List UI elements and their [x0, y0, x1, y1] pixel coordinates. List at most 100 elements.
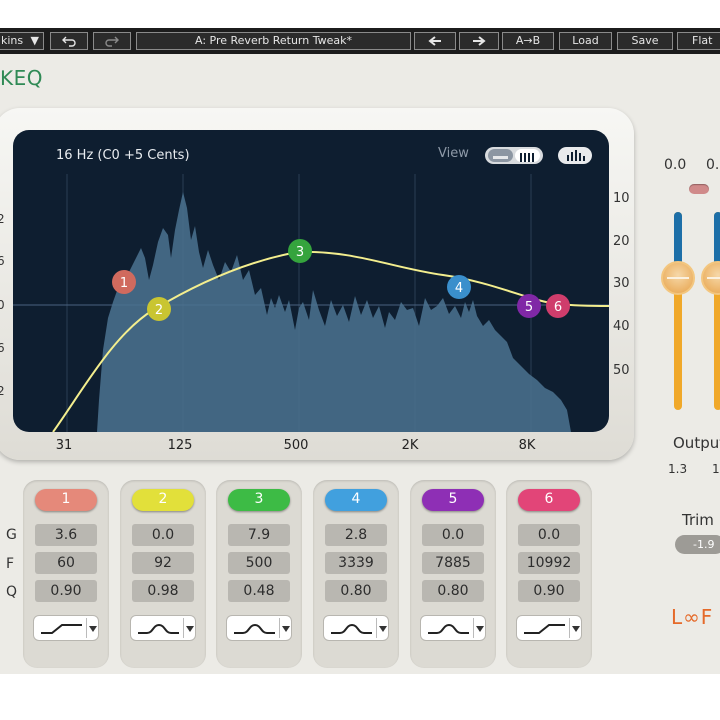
band-node-label: 6 [554, 300, 562, 315]
bell-icon [331, 623, 372, 634]
band-3-freq-field[interactable]: 500 [228, 552, 290, 574]
band-node-4[interactable]: 4 [447, 275, 471, 299]
gain-row-label: G [6, 527, 17, 543]
band-6-gain-field[interactable]: 0.0 [518, 524, 580, 546]
band-node-2[interactable]: 2 [147, 297, 171, 321]
output-left-value: 1.3 [668, 462, 688, 476]
band-number-label: 6 [544, 491, 554, 507]
band-1-column: 1 3.6 60 0.90 [23, 480, 109, 668]
band-number-label: 3 [254, 491, 264, 507]
band-3-q-field[interactable]: 0.48 [228, 580, 290, 602]
left-scale-tick: 6 [0, 341, 5, 355]
flat-label: Flat [692, 34, 713, 47]
link-toggle[interactable] [689, 184, 709, 194]
view-toggle[interactable] [485, 147, 543, 164]
undo-button[interactable] [50, 32, 88, 50]
band-number-label: 1 [61, 491, 71, 507]
band-1-q-field[interactable]: 0.90 [35, 580, 97, 602]
band-node-3[interactable]: 3 [288, 239, 312, 263]
bars-view-icon[interactable] [515, 149, 540, 162]
preset-name-display[interactable]: A: Pre Reverb Return Tweak* [136, 32, 411, 50]
trim-value-field[interactable]: -1.9 [675, 535, 720, 554]
bell-icon [428, 623, 469, 634]
chevron-down-icon [476, 626, 484, 632]
spectrum-bars-icon [567, 150, 585, 161]
band-2-toggle-button[interactable]: 2 [132, 489, 194, 511]
band-2-shape-select[interactable] [130, 615, 196, 641]
chevron-down-icon [282, 626, 290, 632]
output-right-fader-knob[interactable] [701, 261, 720, 295]
eq-graph[interactable]: 1 2 3 4 5 6 16 Hz (C0 +5 Cents) View [13, 130, 609, 432]
spectrum-display-button[interactable] [558, 147, 592, 164]
band-5-freq-field[interactable]: 7885 [422, 552, 484, 574]
band-2-freq-field[interactable]: 92 [132, 552, 194, 574]
band-6-shape-select[interactable] [516, 615, 582, 641]
preset-menu[interactable]: kins ▼ [0, 32, 44, 50]
eq-graph-canvas[interactable]: 1 2 3 4 5 6 [13, 130, 609, 432]
ab-compare-label: A→B [515, 34, 541, 47]
band-node-6[interactable]: 6 [546, 294, 570, 318]
arrow-right-icon [473, 36, 486, 46]
band-4-toggle-button[interactable]: 4 [325, 489, 387, 511]
undo-icon [62, 36, 76, 47]
frequency-readout: 16 Hz (C0 +5 Cents) [56, 148, 190, 163]
band-5-shape-select[interactable] [420, 615, 486, 641]
band-4-q-field[interactable]: 0.80 [325, 580, 387, 602]
band-1-toggle-button[interactable]: 1 [35, 489, 97, 511]
left-scale-tick: 6 [0, 254, 5, 268]
redo-icon [105, 36, 119, 47]
right-scale-tick: 40 [613, 319, 630, 334]
band-3-shape-select[interactable] [226, 615, 292, 641]
band-5-toggle-button[interactable]: 5 [422, 489, 484, 511]
ab-compare-button[interactable]: A→B [502, 32, 554, 50]
band-6-toggle-button[interactable]: 6 [518, 489, 580, 511]
band-4-shape-select[interactable] [323, 615, 389, 641]
save-label: Save [631, 34, 659, 47]
band-number-label: 5 [448, 491, 458, 507]
band-node-label: 1 [120, 276, 128, 291]
bell-icon [138, 623, 179, 634]
band-node-5[interactable]: 5 [517, 294, 541, 318]
band-1-shape-select[interactable] [33, 615, 99, 641]
band-6-freq-field[interactable]: 10992 [518, 552, 580, 574]
band-node-1[interactable]: 1 [112, 270, 136, 294]
redo-button[interactable] [93, 32, 131, 50]
band-4-freq-field[interactable]: 3339 [325, 552, 387, 574]
chevron-down-icon [89, 626, 97, 632]
band-3-gain-field[interactable]: 7.9 [228, 524, 290, 546]
band-5-gain-field[interactable]: 0.0 [422, 524, 484, 546]
band-3-toggle-button[interactable]: 3 [228, 489, 290, 511]
band-2-q-field[interactable]: 0.98 [132, 580, 194, 602]
band-node-label: 2 [155, 303, 163, 318]
band-number-label: 2 [158, 491, 168, 507]
plugin-logo-icon: K [0, 66, 14, 90]
output-left-fader-knob[interactable] [661, 261, 695, 295]
band-node-label: 4 [455, 281, 463, 296]
output-left-fader[interactable] [674, 212, 682, 410]
freq-row-label: F [6, 556, 15, 572]
right-scale-tick: 30 [613, 276, 630, 291]
band-3-column: 3 7.9 500 0.48 [216, 480, 302, 668]
output-right-fader[interactable] [714, 212, 720, 410]
band-1-freq-field[interactable]: 60 [35, 552, 97, 574]
output-left-readout: 0.0 [664, 157, 687, 173]
load-button[interactable]: Load [559, 32, 612, 50]
save-button[interactable]: Save [617, 32, 673, 50]
band-5-column: 5 0.0 7885 0.80 [410, 480, 496, 668]
brand-logo: L∞F [671, 605, 714, 629]
band-2-gain-field[interactable]: 0.0 [132, 524, 194, 546]
band-number-label: 4 [351, 491, 361, 507]
q-row-label: Q [6, 584, 18, 600]
left-scale-tick: 0 [0, 298, 5, 312]
next-preset-button[interactable] [459, 32, 499, 50]
line-view-icon[interactable] [488, 149, 513, 162]
band-4-gain-field[interactable]: 2.8 [325, 524, 387, 546]
band-node-label: 3 [296, 245, 304, 260]
flat-button[interactable]: Flat [677, 32, 720, 50]
bell-icon [234, 623, 275, 634]
left-scale-tick: 2 [0, 212, 5, 226]
band-5-q-field[interactable]: 0.80 [422, 580, 484, 602]
band-6-q-field[interactable]: 0.90 [518, 580, 580, 602]
band-1-gain-field[interactable]: 3.6 [35, 524, 97, 546]
previous-preset-button[interactable] [414, 32, 456, 50]
